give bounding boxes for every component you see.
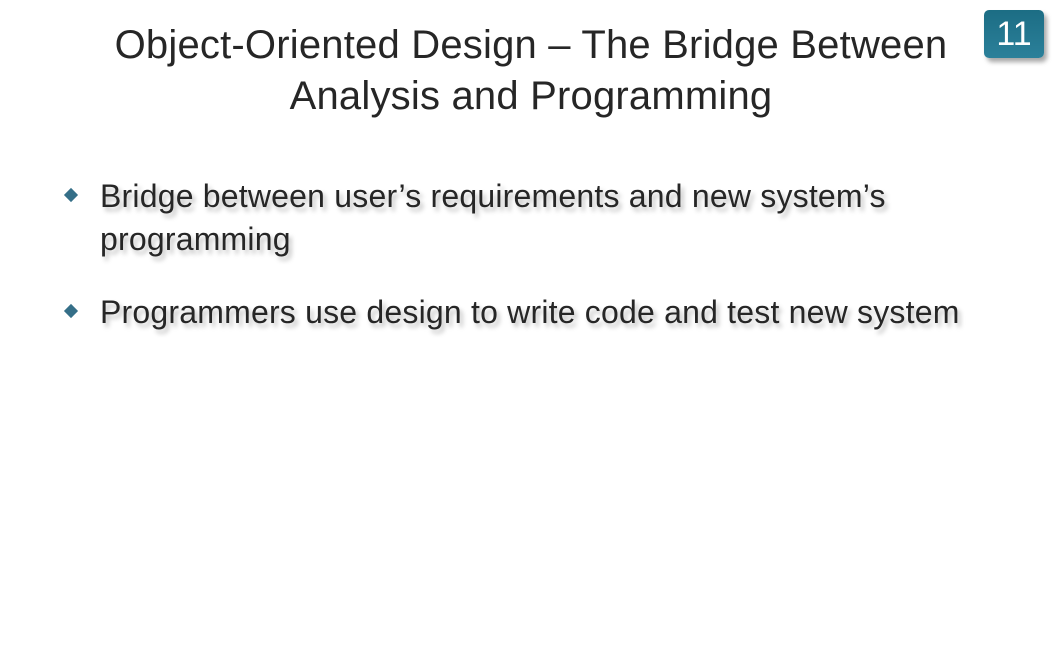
slide-body: Bridge between user’s requirements and n… bbox=[66, 175, 1022, 365]
slide: 11 Object-Oriented Design – The Bridge B… bbox=[0, 0, 1062, 664]
diamond-bullet-icon bbox=[64, 188, 78, 202]
list-item: Programmers use design to write code and… bbox=[66, 291, 1022, 334]
list-item: Bridge between user’s requirements and n… bbox=[66, 175, 1022, 261]
diamond-bullet-icon bbox=[64, 304, 78, 318]
bullet-text: Bridge between user’s requirements and n… bbox=[100, 175, 1022, 261]
bullet-text: Programmers use design to write code and… bbox=[100, 291, 1022, 334]
slide-title: Object-Oriented Design – The Bridge Betw… bbox=[0, 20, 1062, 122]
